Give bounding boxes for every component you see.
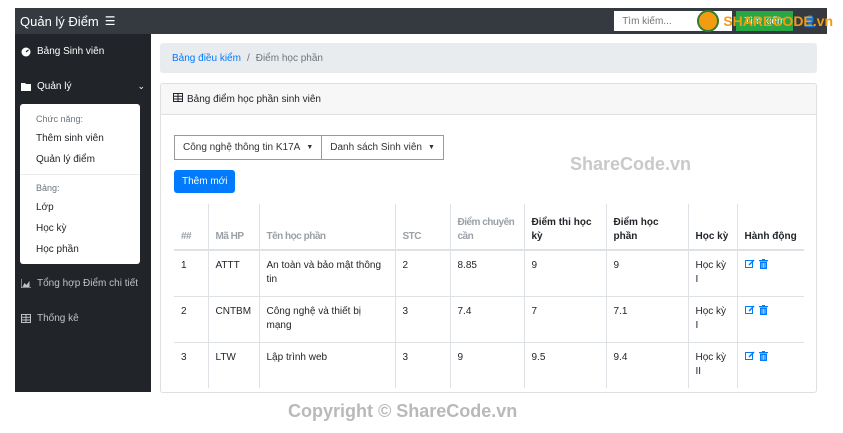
card-header: Bảng điểm học phần sinh viên xyxy=(161,84,816,115)
caret-down-icon: ▼ xyxy=(306,144,314,151)
table-cell: Học kỳ II xyxy=(688,341,738,388)
column-header: Hành động xyxy=(737,204,804,251)
table-cell: 8.85 xyxy=(450,249,525,296)
scores-table: ## Mã HP Tên học phần STC Điểm chuyên cầ… xyxy=(174,204,804,388)
breadcrumb: Bảng điều kiểm / Điểm học phần xyxy=(160,43,817,73)
card-title: Bảng điểm học phần sinh viên xyxy=(187,93,321,105)
table-cell: 9 xyxy=(606,249,689,296)
sidebar-item-summary[interactable]: Tổng hợp Điểm chi tiết xyxy=(15,266,151,300)
table-cell: Học kỳ I xyxy=(688,249,738,296)
edit-icon[interactable] xyxy=(744,304,755,320)
hamburger-icon[interactable]: ☰ xyxy=(105,14,116,28)
table-header-row: ## Mã HP Tên học phần STC Điểm chuyên cầ… xyxy=(174,204,804,251)
table-cell: 9.4 xyxy=(606,341,689,388)
table-cell: 2 xyxy=(174,295,209,342)
table-cell: LTW xyxy=(208,341,260,388)
class-select-value: Công nghệ thông tin K17A xyxy=(183,142,301,153)
dropdown-divider xyxy=(20,174,140,175)
column-header: STC xyxy=(395,204,451,251)
table-cell: 9 xyxy=(450,341,525,388)
column-header: Mã HP xyxy=(208,204,260,251)
student-list-select[interactable]: Danh sách Sinh viên ▼ xyxy=(322,135,444,160)
watermark-text: ShareCode.vn xyxy=(570,154,692,174)
column-header: ## xyxy=(174,204,209,251)
table-cell: 7 xyxy=(524,295,607,342)
watermark-copyright: Copyright © ShareCode.vn xyxy=(288,401,518,421)
table-cell: 9.5 xyxy=(524,341,607,388)
table-cell: 7.1 xyxy=(606,295,689,342)
column-header: Điểm học phần xyxy=(606,204,689,251)
student-list-select-value: Danh sách Sinh viên xyxy=(330,142,422,153)
brand[interactable]: Quản lý Điểm ☰ xyxy=(15,14,116,29)
table-row: 1 ATTT An toàn và bảo mật thông tin 2 8.85 9 9… xyxy=(174,249,804,296)
sidebar-item-label: Thống kê xyxy=(37,312,79,324)
sidebar-item-label: Bảng Sinh viên xyxy=(37,45,105,57)
app-title: Quản lý Điểm xyxy=(20,13,99,29)
globe-icon xyxy=(697,10,720,32)
sidebar-item-manage[interactable]: Quản lý ⌄ xyxy=(15,69,151,103)
table-row: 3 LTW Lập trình web 3 9 9.5 9.4 Học kỳ II xyxy=(174,341,804,388)
dropdown-item-manage-scores[interactable]: Quản lý điểm xyxy=(20,149,140,170)
table-cell: An toàn và bảo mật thông tin xyxy=(259,249,396,296)
breadcrumb-current: Điểm học phần xyxy=(255,52,323,64)
table-cell: Học kỳ I xyxy=(688,295,738,342)
folder-icon xyxy=(21,82,31,91)
manage-dropdown: Chức năng: Thêm sinh viên Quản lý điểm B… xyxy=(20,104,140,264)
table-icon xyxy=(173,93,183,105)
table-cell: 9 xyxy=(524,249,607,296)
watermark-logo-text: SHARECODE.vn xyxy=(723,13,833,29)
table-cell: 2 xyxy=(395,249,451,296)
actions-cell xyxy=(737,295,804,342)
column-header: Điểm chuyên cần xyxy=(450,204,525,251)
sidebar: Bảng Sinh viên Quản lý ⌄ Chức năng: Thêm… xyxy=(15,34,151,392)
dropdown-item-course[interactable]: Học phần xyxy=(20,239,140,260)
actions-cell xyxy=(737,341,804,388)
watermark-logo: SHARECODE.vn xyxy=(697,10,833,32)
dropdown-item-class[interactable]: Lớp xyxy=(20,197,140,218)
table-cell: 1 xyxy=(174,249,209,296)
dropdown-header: Chức năng: xyxy=(36,114,84,124)
dropdown-item-semester[interactable]: Học kỳ xyxy=(20,218,140,239)
trash-icon[interactable] xyxy=(758,259,768,274)
table-icon xyxy=(21,313,31,323)
caret-down-icon: ▼ xyxy=(428,144,435,151)
table-cell: 7.4 xyxy=(450,295,525,342)
add-new-button[interactable]: Thêm mới xyxy=(174,170,236,193)
chevron-down-icon: ⌄ xyxy=(137,80,145,91)
table-cell: Lập trình web xyxy=(259,341,396,388)
table-cell: 3 xyxy=(395,341,451,388)
column-header: Điểm thi học kỳ xyxy=(524,204,607,251)
table-cell: 3 xyxy=(395,295,451,342)
chart-area-icon xyxy=(20,278,31,289)
trash-icon[interactable] xyxy=(758,350,768,366)
sidebar-item-stats[interactable]: Thống kê xyxy=(15,301,151,335)
dashboard-icon xyxy=(21,47,31,56)
sidebar-item-dashboard[interactable]: Bảng Sinh viên xyxy=(15,34,151,68)
column-header: Học kỳ xyxy=(688,204,738,251)
table-row: 2 CNTBM Công nghệ và thiết bị mạng 3 7.4 7 7.1… xyxy=(174,295,804,342)
table-cell: 3 xyxy=(174,341,209,388)
table-cell: ATTT xyxy=(208,249,260,296)
actions-cell xyxy=(737,249,804,296)
scores-card: Bảng điểm học phần sinh viên Công nghệ t… xyxy=(160,83,817,393)
dropdown-item-add-student[interactable]: Thêm sinh viên xyxy=(20,128,140,149)
breadcrumb-separator: / xyxy=(246,52,250,64)
column-header: Tên học phần xyxy=(259,204,396,251)
table-cell: Công nghệ và thiết bị mạng xyxy=(259,295,396,342)
table-cell: CNTBM xyxy=(208,295,260,342)
breadcrumb-link[interactable]: Bảng điều kiểm xyxy=(172,53,241,64)
class-select[interactable]: Công nghệ thông tin K17A ▼ xyxy=(174,135,323,160)
trash-icon[interactable] xyxy=(758,304,768,320)
dropdown-header: Bảng: xyxy=(36,183,60,193)
sidebar-item-label: Quản lý xyxy=(37,80,72,92)
edit-icon[interactable] xyxy=(744,259,755,274)
edit-icon[interactable] xyxy=(744,350,755,366)
sidebar-item-label: Tổng hợp Điểm chi tiết xyxy=(37,277,139,289)
